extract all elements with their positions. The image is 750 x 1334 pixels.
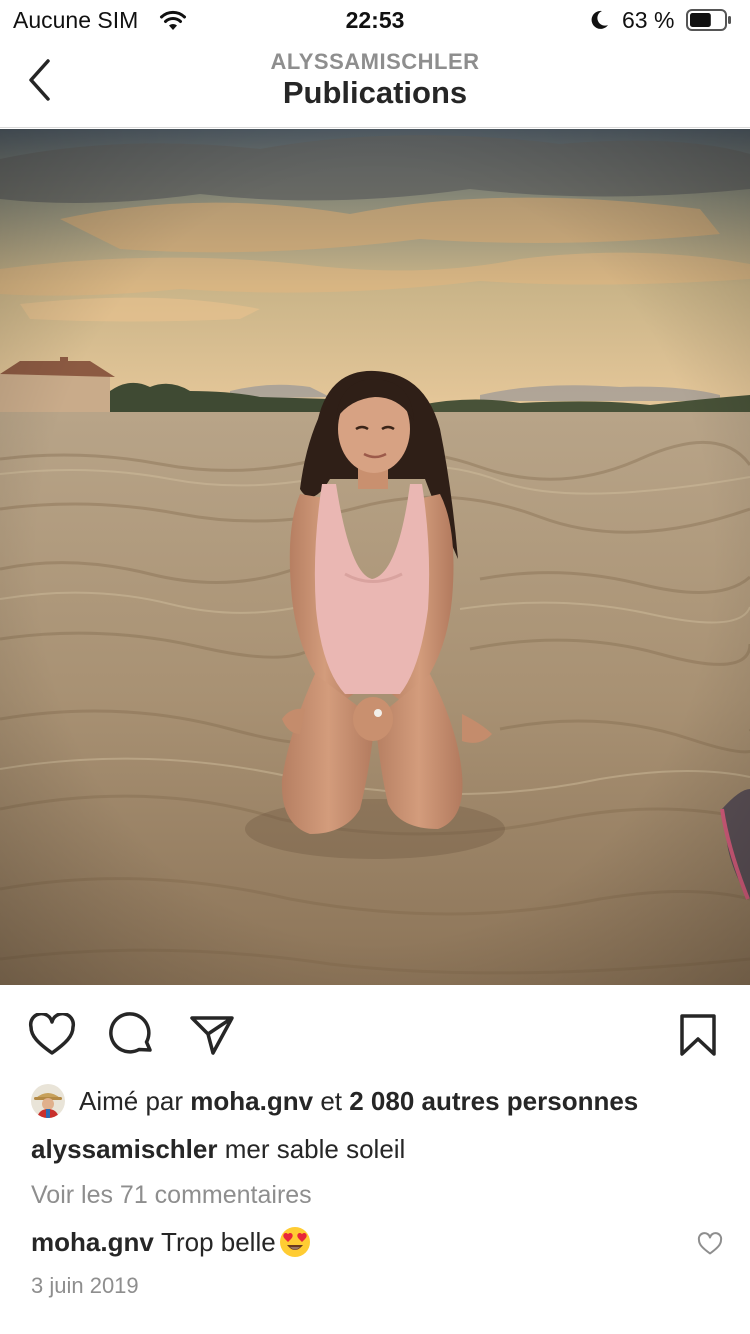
share-icon	[190, 1016, 234, 1055]
caption-username[interactable]: alyssamischler	[31, 1134, 217, 1164]
avatar[interactable]	[31, 1084, 65, 1118]
battery-percent: 63 %	[622, 7, 675, 33]
bookmark-icon	[680, 1014, 716, 1056]
post-photo[interactable]	[0, 129, 750, 985]
liker-username[interactable]: moha.gnv	[190, 1086, 313, 1117]
likes-connector: et	[320, 1085, 342, 1116]
likes-summary[interactable]: Aimé par moha.gnv et 2 080 autres person…	[31, 1083, 638, 1119]
heart-eyes-emoji-icon	[279, 1227, 310, 1257]
caption-text: mer sable soleil	[224, 1134, 406, 1164]
share-button[interactable]	[187, 1010, 237, 1060]
likes-prefix: Aimé par	[79, 1085, 184, 1116]
save-button[interactable]	[673, 1010, 723, 1060]
comment-text: Trop belle	[161, 1226, 276, 1257]
battery-icon	[686, 9, 731, 31]
like-button[interactable]	[27, 1010, 77, 1060]
comment-icon	[109, 1012, 152, 1054]
nav-header: ALYSSAMISCHLER Publications	[0, 42, 750, 128]
beach-photo	[0, 129, 750, 985]
post-date: 3 juin 2019	[31, 1273, 139, 1298]
comment-item: moha.gnv Trop belle	[31, 1226, 311, 1258]
heart-icon	[28, 1013, 76, 1055]
comment-button[interactable]	[107, 1010, 157, 1060]
profile-username: ALYSSAMISCHLER	[270, 49, 480, 74]
view-comments-link[interactable]: Voir les 71 commentaires	[31, 1181, 312, 1210]
moon-icon	[591, 10, 608, 29]
post-caption: alyssamischler mer sable soleil	[31, 1134, 405, 1165]
status-bar: Aucune SIM 22:53 63 %	[0, 0, 750, 42]
comment-username[interactable]: moha.gnv	[31, 1227, 154, 1258]
likes-count[interactable]: 2 080 autres personnes	[349, 1086, 638, 1117]
comment-like-heart-icon[interactable]	[697, 1232, 723, 1256]
post-action-bar	[0, 1000, 750, 1070]
page-title: Publications	[282, 75, 468, 110]
